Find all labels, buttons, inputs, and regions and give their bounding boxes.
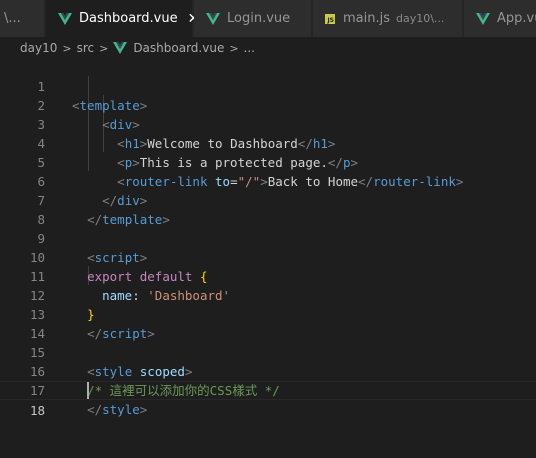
tab-label: Dashboard.vue	[79, 11, 178, 26]
tab-label: \...	[4, 11, 21, 26]
vue-icon	[476, 12, 490, 25]
tab-overflow[interactable]: \...	[0, 0, 45, 37]
code-line[interactable]: 1 <template>	[0, 58, 536, 113]
code-line[interactable]: 13 </script>	[0, 286, 536, 341]
breadcrumb-item-symbol[interactable]: ...	[244, 41, 255, 55]
tab-login-vue[interactable]: Login.vue	[194, 0, 312, 37]
line-number: 18	[29, 403, 45, 418]
tab-main-js[interactable]: JS main.js day10\...	[313, 0, 463, 37]
code-editor[interactable]: 1 <template> 2 <div> 3 <h1>Welcome to Da…	[0, 57, 536, 422]
breadcrumb-item-file[interactable]: Dashboard.vue	[133, 41, 224, 55]
tab-app-vue[interactable]: App.vu	[464, 0, 536, 37]
code-line[interactable]: 3 <h1>Welcome to Dashboard</h1>	[0, 96, 536, 151]
code-line[interactable]: 5 <router-link to="/">Back to Home</rout…	[0, 134, 536, 189]
code-line-current[interactable]: 18	[0, 381, 536, 418]
vue-icon	[206, 12, 220, 25]
tab-dashboard-vue[interactable]: Dashboard.vue ✕	[46, 0, 199, 37]
editor-tab-bar: \... Dashboard.vue ✕ Login.vue JS main.j…	[0, 0, 536, 37]
tab-label: main.js	[343, 11, 390, 26]
code-line[interactable]: 14	[0, 305, 536, 341]
js-icon: JS	[325, 13, 335, 24]
code-line[interactable]: 10 export default {	[0, 229, 536, 284]
code-line[interactable]: 16 /* 這裡可以添加你的CSS樣式 */	[0, 343, 536, 398]
vue-icon	[58, 12, 72, 25]
text-cursor	[87, 382, 89, 399]
breadcrumb-separator: >	[229, 41, 239, 55]
tab-description: day10\...	[396, 12, 445, 25]
breadcrumb-separator: >	[99, 41, 109, 55]
code-text: </style>	[87, 402, 148, 417]
tab-label: Login.vue	[227, 11, 291, 26]
code-line[interactable]: 15 <style scoped>	[0, 324, 536, 379]
code-line[interactable]: 9 <script>	[0, 210, 536, 265]
code-line[interactable]: 11 name: 'Dashboard'	[0, 248, 536, 303]
breadcrumb-item-src[interactable]: src	[77, 41, 95, 55]
vue-icon	[113, 42, 128, 54]
code-line[interactable]: 2 <div>	[0, 77, 536, 132]
code-line[interactable]: 17 </style>	[0, 362, 536, 417]
code-line[interactable]: 7 </template>	[0, 172, 536, 227]
breadcrumb: day10 > src > Dashboard.vue > ...	[20, 39, 255, 57]
breadcrumb-separator: >	[62, 41, 72, 55]
tab-label: App.vu	[497, 11, 536, 26]
breadcrumb-item-day10[interactable]: day10	[20, 41, 57, 55]
code-line[interactable]: 4 <p>This is a protected page.</p>	[0, 115, 536, 170]
code-line[interactable]: 6 </div>	[0, 153, 536, 208]
code-line[interactable]: 8	[0, 191, 536, 227]
code-line[interactable]: 12 }	[0, 267, 536, 322]
